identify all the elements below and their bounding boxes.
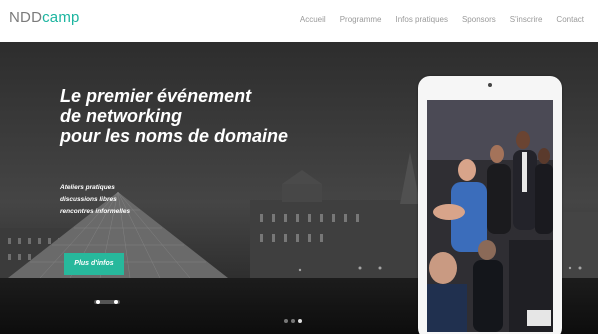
site-logo[interactable]: NDDcamp [9, 9, 80, 26]
nav-sinscrire[interactable]: S'inscrire [510, 15, 543, 24]
nav-programme[interactable]: Programme [340, 15, 382, 24]
carousel-dot-active[interactable] [298, 319, 302, 323]
camera-dot-icon [488, 83, 492, 87]
carousel-dot[interactable] [284, 319, 288, 323]
car-headlights-graphic [94, 300, 120, 304]
carousel-dot[interactable] [291, 319, 295, 323]
more-info-button[interactable]: Plus d'infos [64, 253, 124, 275]
headline-line-3: pour les noms de domaine [60, 126, 289, 146]
feature-item: Ateliers pratiques [60, 184, 115, 191]
feature-item: rencontres informelles [60, 208, 131, 215]
nav-sponsors[interactable]: Sponsors [462, 15, 496, 24]
main-nav: Accueil Programme Infos pratiques Sponso… [300, 15, 584, 24]
hero-features: Ateliers pratiques discussions libres re… [60, 182, 130, 218]
networking-event-photo [427, 100, 553, 332]
feature-item: discussions libres [60, 196, 117, 203]
headline-line-1: Le premier événement [60, 86, 252, 106]
top-navbar: NDDcamp Accueil Programme Infos pratique… [0, 0, 598, 40]
carousel-indicators [284, 319, 302, 323]
logo-prefix: NDD [9, 9, 43, 26]
logo-suffix: camp [42, 9, 80, 26]
hero-carousel: Le premier événement de networking pour … [0, 42, 598, 334]
hero-headline: Le premier événement de networking pour … [60, 86, 360, 146]
tablet-mockup [418, 76, 562, 334]
headline-line-2: de networking [60, 106, 183, 126]
tablet-screen-photo [427, 100, 553, 332]
nav-accueil[interactable]: Accueil [300, 15, 326, 24]
nav-infos-pratiques[interactable]: Infos pratiques [395, 15, 447, 24]
nav-contact[interactable]: Contact [556, 15, 584, 24]
